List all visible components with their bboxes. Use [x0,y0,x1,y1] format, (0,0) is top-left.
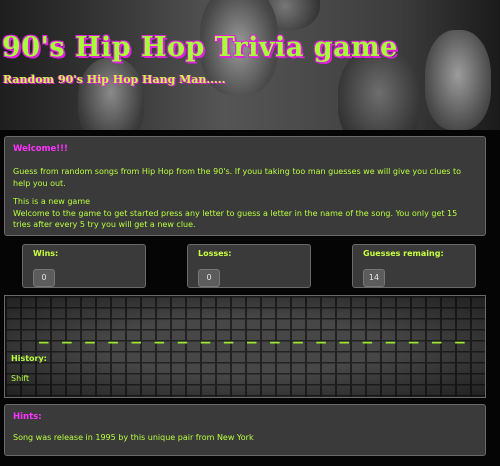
guesses-remaining-badge: 14 [363,269,385,287]
welcome-panel: Welcome!!! Guess from random songs from … [4,136,486,236]
page-title: 90's Hip Hop Trivia game [2,32,398,63]
guesses-remaining-card: Guesses remaing: 14 [352,244,476,288]
wins-card: Wins: 0 [22,244,146,288]
history-value: Shift [11,374,30,383]
losses-count-badge: 0 [198,269,220,287]
wins-label: Wins: [33,249,59,258]
guesses-remaining-label: Guesses remaing: [363,249,444,258]
losses-card: Losses: 0 [187,244,311,288]
word-blanks: _ _ _ _ _ _ _ _ _ _ _ _ _ _ _ _ _ _ _ [39,322,469,344]
banner-photo-face [78,58,144,130]
history-label: History: [11,354,47,363]
banner-photo-face [425,30,491,130]
new-game-status: This is a new game [13,197,91,206]
welcome-intro: Guess from random songs from Hip Hop fro… [13,167,462,188]
word-board: _ _ _ _ _ _ _ _ _ _ _ _ _ _ _ _ _ _ _ Hi… [4,295,486,398]
welcome-heading: Welcome!!! [13,144,68,154]
wins-count-badge: 0 [33,269,55,287]
losses-label: Losses: [198,249,232,258]
hints-heading: Hints: [13,412,42,422]
page-subtitle: Random 90's Hip Hop Hang Man..... [3,73,226,86]
header-banner: 90's Hip Hop Trivia game Random 90's Hip… [0,0,500,130]
hint-text: Song was release in 1995 by this unique … [13,433,254,442]
hints-panel: Hints: Song was release in 1995 by this … [4,404,486,456]
game-instructions: Welcome to the game to get started press… [13,208,458,230]
